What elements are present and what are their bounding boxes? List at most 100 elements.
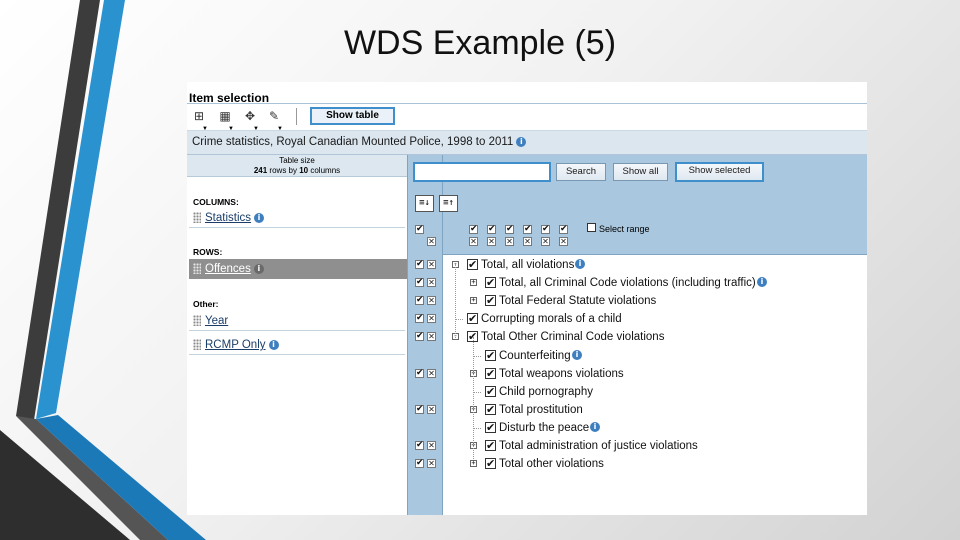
level-check-all[interactable]: ✔: [541, 225, 550, 234]
descendants-check[interactable]: ✔: [415, 314, 424, 324]
sort-ascending-button[interactable]: ≡↑: [439, 195, 458, 212]
select-range-checkbox[interactable]: [587, 223, 596, 232]
tree-item[interactable]: - ✔ Total Other Criminal Code violations: [443, 328, 867, 346]
tree-item[interactable]: ✔ Disturb the peace i: [443, 419, 867, 437]
tree-item-label[interactable]: Total Other Criminal Code violations: [481, 328, 664, 346]
tree-item[interactable]: ✔ Child pornography: [443, 383, 867, 401]
item-checkbox[interactable]: ✔: [485, 440, 496, 451]
search-button[interactable]: Search: [556, 163, 606, 181]
info-icon[interactable]: i: [516, 136, 527, 147]
level-uncheck-all[interactable]: ✕: [505, 237, 514, 246]
dimension-label[interactable]: RCMP Only: [205, 339, 266, 351]
tree-item-label[interactable]: Corrupting morals of a child: [481, 310, 622, 328]
descendants-uncheck[interactable]: ✕: [427, 314, 436, 324]
descendants-check[interactable]: ✔: [415, 296, 424, 306]
dimension-statistics[interactable]: Statistics i: [189, 208, 405, 228]
dimension-rcmp-only[interactable]: RCMP Only i: [189, 335, 405, 355]
table-view-icon[interactable]: ▦ ▼: [217, 108, 234, 132]
level-uncheck-all[interactable]: ✕: [541, 237, 550, 246]
item-checkbox[interactable]: ✔: [485, 349, 496, 361]
info-icon[interactable]: i: [253, 263, 264, 274]
tree-item-label[interactable]: Counterfeiting: [499, 347, 571, 365]
info-icon[interactable]: i: [572, 349, 582, 360]
expand-icon[interactable]: +: [470, 460, 477, 468]
dimension-year[interactable]: Year: [189, 311, 405, 331]
item-checkbox[interactable]: ✔: [485, 367, 496, 379]
tree-item[interactable]: ✔ Corrupting morals of a child: [443, 310, 867, 328]
descendants-check[interactable]: ✔: [415, 278, 424, 288]
level-uncheck-all[interactable]: ✕: [559, 237, 568, 246]
tree-item-label[interactable]: Disturb the peace: [499, 419, 589, 437]
tree-item-label[interactable]: Total, all Criminal Code violations (inc…: [499, 274, 756, 292]
descendants-uncheck[interactable]: ✕: [427, 260, 436, 269]
level-check-all[interactable]: ✔: [523, 225, 532, 234]
descendants-uncheck[interactable]: ✕: [427, 441, 436, 450]
info-icon[interactable]: i: [757, 277, 767, 288]
descendants-check[interactable]: ✔: [415, 459, 424, 469]
descendants-check[interactable]: ✔: [415, 260, 424, 269]
show-all-button[interactable]: Show all: [613, 163, 668, 181]
descendants-uncheck[interactable]: ✕: [427, 459, 436, 469]
item-checkbox[interactable]: ✔: [467, 313, 478, 325]
descendants-uncheck[interactable]: ✕: [427, 296, 436, 306]
descendants-check[interactable]: ✔: [415, 368, 424, 378]
dimension-label[interactable]: Year: [205, 315, 228, 327]
descendants-check[interactable]: ✔: [415, 441, 424, 450]
tree-item-label[interactable]: Total other violations: [499, 455, 604, 473]
item-checkbox[interactable]: ✔: [467, 259, 478, 270]
tree-item[interactable]: + ✔ Total prostitution: [443, 401, 867, 419]
layout-icon[interactable]: ⊞ ▼: [191, 108, 208, 132]
descendants-uncheck[interactable]: ✕: [427, 368, 436, 378]
check-all[interactable]: ✔: [415, 225, 424, 234]
info-icon[interactable]: i: [254, 212, 265, 223]
item-checkbox[interactable]: ✔: [485, 277, 496, 289]
descendants-uncheck[interactable]: ✕: [427, 278, 436, 288]
item-checkbox[interactable]: ✔: [485, 295, 496, 307]
level-check-all[interactable]: ✔: [487, 225, 496, 234]
info-icon[interactable]: i: [268, 339, 279, 350]
drag-handle-icon[interactable]: [193, 263, 201, 274]
show-table-button[interactable]: Show table: [310, 107, 395, 125]
export-icon[interactable]: ✎ ▼: [266, 108, 283, 132]
show-selected-button[interactable]: Show selected: [675, 162, 764, 182]
item-checkbox[interactable]: ✔: [485, 385, 496, 397]
item-checkbox[interactable]: ✔: [485, 403, 496, 415]
tree-item[interactable]: + ✔ Total Federal Statute violations: [443, 292, 867, 310]
chart-icon[interactable]: ✥ ▼: [242, 108, 259, 132]
expand-icon[interactable]: +: [470, 297, 477, 305]
descendants-uncheck[interactable]: ✕: [427, 404, 436, 414]
tree-item-label[interactable]: Total administration of justice violatio…: [499, 437, 698, 455]
level-check-all[interactable]: ✔: [469, 225, 478, 234]
uncheck-all[interactable]: ✕: [427, 237, 436, 246]
info-icon[interactable]: i: [575, 259, 585, 269]
level-uncheck-all[interactable]: ✕: [487, 237, 496, 246]
descendants-uncheck[interactable]: ✕: [427, 332, 436, 342]
tree-item[interactable]: + ✔ Total, all Criminal Code violations (i…: [443, 274, 867, 292]
dimension-offences[interactable]: Offences i: [189, 259, 411, 279]
tree-item[interactable]: - ✔ Total, all violations i: [443, 256, 867, 274]
tree-item[interactable]: ✔ Counterfeiting i: [443, 347, 867, 365]
expand-icon[interactable]: +: [470, 279, 477, 287]
tree-item-label[interactable]: Total, all violations: [481, 256, 574, 274]
drag-handle-icon[interactable]: [193, 212, 201, 223]
tree-item-label[interactable]: Total weapons violations: [499, 365, 624, 383]
tree-item[interactable]: + ✔ Total administration of justice violat…: [443, 437, 867, 455]
item-checkbox[interactable]: ✔: [485, 421, 496, 433]
tree-item-label[interactable]: Total Federal Statute violations: [499, 292, 656, 310]
level-uncheck-all[interactable]: ✕: [469, 237, 478, 246]
descendants-check[interactable]: ✔: [415, 332, 424, 342]
descendants-check[interactable]: ✔: [415, 404, 424, 414]
drag-handle-icon[interactable]: [193, 315, 201, 326]
item-checkbox[interactable]: ✔: [485, 458, 496, 470]
sort-descending-button[interactable]: ≡↓: [415, 195, 434, 212]
dimension-label[interactable]: Offences: [205, 263, 251, 275]
level-uncheck-all[interactable]: ✕: [523, 237, 532, 246]
drag-handle-icon[interactable]: [193, 339, 201, 350]
level-check-all[interactable]: ✔: [505, 225, 514, 234]
tree-item-label[interactable]: Child pornography: [499, 383, 593, 401]
tree-item-label[interactable]: Total prostitution: [499, 401, 583, 419]
level-check-all[interactable]: ✔: [559, 225, 568, 234]
search-input[interactable]: [413, 162, 551, 182]
tree-item[interactable]: + ✔ Total other violations: [443, 455, 867, 473]
dimension-label[interactable]: Statistics: [205, 212, 251, 224]
